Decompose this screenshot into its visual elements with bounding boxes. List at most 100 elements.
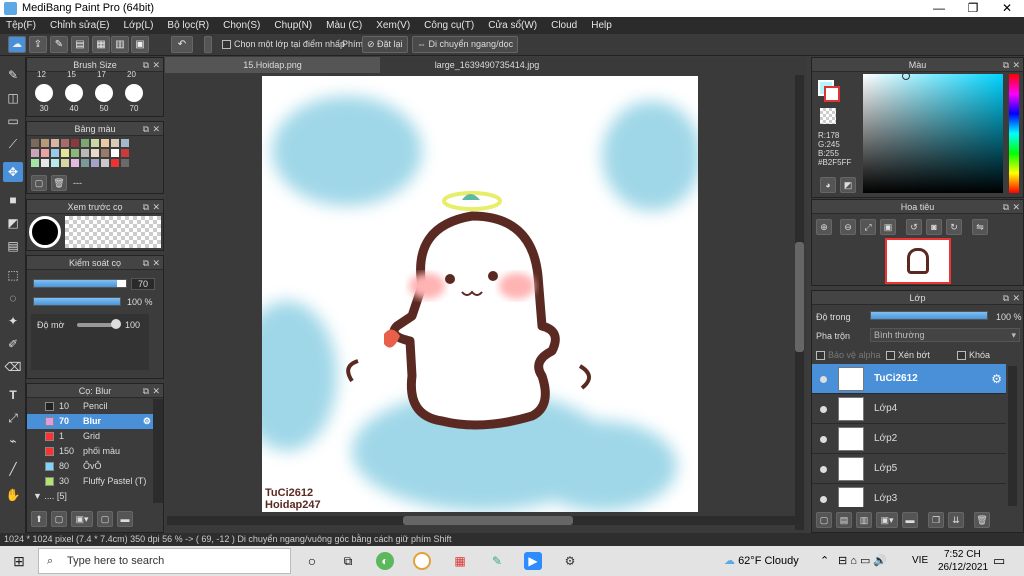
hue-slider[interactable] [1009, 74, 1019, 193]
brush-size-40[interactable]: 40 [62, 84, 86, 113]
tab-document-2[interactable]: large_1639490735414.jpg [382, 57, 592, 73]
fill-rect-tool-icon[interactable]: ■ [3, 190, 23, 210]
chrome-icon[interactable] [413, 552, 431, 570]
brush-size-30[interactable]: 30 [32, 84, 56, 113]
palette-swatch[interactable] [121, 159, 129, 167]
brush-list-item[interactable]: 30 Fluffy Pastel (T) [27, 474, 153, 489]
comment-icon[interactable]: ✎ [50, 36, 68, 53]
layer-row[interactable]: Lớp3 [812, 484, 1006, 507]
chat-icon[interactable]: ▤ [71, 36, 89, 53]
panel-close-icon[interactable]: ✕ [152, 384, 160, 398]
protect-alpha-option[interactable]: Bảo vệ alpha [816, 350, 881, 361]
palette-swatch[interactable] [61, 139, 69, 147]
brush-folder-icon[interactable]: ▬ [117, 511, 133, 527]
app-icon-2[interactable]: ▦ [451, 552, 469, 570]
language-indicator[interactable]: VIE [912, 555, 928, 566]
color-picker-cursor[interactable] [902, 72, 910, 80]
reset-view-icon[interactable]: ◙ [926, 219, 942, 235]
text-tool-icon[interactable]: T [3, 385, 23, 405]
clock-date[interactable]: 26/12/2021 [938, 562, 988, 573]
palette-swatch[interactable] [101, 149, 109, 157]
new-halftone-layer-icon[interactable]: ▤ [836, 512, 852, 528]
palette-swatch[interactable] [71, 139, 79, 147]
tray-icons[interactable]: ⊟ ⌂ ▭ 🔊 [838, 554, 887, 567]
settings-gear-icon[interactable]: ⚙ [561, 552, 579, 570]
zoom-in-icon[interactable]: ⊕ [816, 219, 832, 235]
app-icon-1[interactable]: ◐ [376, 552, 394, 570]
brush-size-slider[interactable] [33, 279, 127, 288]
popout-icon[interactable]: ⧉ [143, 200, 149, 214]
menu-snap[interactable]: Chụp(N) [274, 20, 312, 31]
palette-swatch[interactable] [51, 139, 59, 147]
palette-swatch[interactable] [51, 149, 59, 157]
palette-swatch[interactable] [81, 149, 89, 157]
palette-swatch[interactable] [71, 159, 79, 167]
layer-visibility-icon[interactable] [820, 466, 827, 473]
layer-visibility-icon[interactable] [820, 496, 827, 503]
color-saturation-picker[interactable] [863, 74, 1003, 193]
layer-settings-icon[interactable]: ⚙ [991, 372, 1002, 386]
popout-icon[interactable]: ⧉ [143, 122, 149, 136]
brush-size-50[interactable]: 50 [92, 84, 116, 113]
brush-copy-icon[interactable]: ▢ [97, 511, 113, 527]
actual-size-icon[interactable]: ▣ [880, 219, 896, 235]
color-wheel-icon[interactable]: ◕ [820, 177, 836, 193]
panel-close-icon[interactable]: ✕ [1012, 291, 1020, 305]
layer-row[interactable]: Lớp2 [812, 424, 1006, 454]
hand-tool-icon[interactable]: ✋ [3, 485, 23, 505]
panel-close-icon[interactable]: ✕ [152, 58, 160, 72]
clock-time[interactable]: 7:52 CH [944, 549, 981, 560]
palette-swatch[interactable] [41, 149, 49, 157]
secondary-color-swatch[interactable] [824, 86, 840, 102]
palette-swatch[interactable] [61, 159, 69, 167]
layer-row[interactable]: Lớp5 [812, 454, 1006, 484]
cloud-icon[interactable]: ☁ [8, 36, 26, 53]
new-1bit-layer-icon[interactable]: ▥ [856, 512, 872, 528]
lasso-tool-icon[interactable]: ◌ [3, 288, 23, 308]
palette-swatch[interactable] [111, 149, 119, 157]
delete-layer-icon[interactable]: 🗑 [974, 512, 990, 528]
menu-window[interactable]: Cửa sổ(W) [488, 20, 537, 31]
palette-swatch[interactable] [111, 139, 119, 147]
layer-menu-icon[interactable]: ▣▾ [876, 512, 898, 528]
palette-swatch[interactable] [61, 149, 69, 157]
menu-view[interactable]: Xem(V) [376, 20, 410, 31]
select-eraser-tool-icon[interactable]: ⌫ [3, 357, 23, 377]
brush-group-toggle[interactable]: ▼ .... [5] [33, 491, 67, 501]
palette-swatch[interactable] [81, 159, 89, 167]
menu-edit[interactable]: Chỉnh sửa(E) [50, 20, 110, 31]
horizontal-scroll-thumb[interactable] [403, 516, 573, 525]
layer-visibility-icon[interactable] [820, 376, 827, 383]
page-icon[interactable]: ▦ [92, 36, 110, 53]
weather-widget[interactable]: ☁ 62°F Cloudy [724, 554, 799, 567]
bucket-tool-icon[interactable]: ◩ [3, 213, 23, 233]
popout-icon[interactable]: ⧉ [1003, 291, 1009, 305]
brush-tool-icon[interactable]: ✎ [3, 65, 23, 85]
layer-row[interactable]: TuCi2612 ⚙ [812, 364, 1006, 394]
brush-list-item[interactable]: 70 Blur ⚙ [27, 414, 153, 429]
undo-icon[interactable]: ↶ [171, 36, 193, 53]
dropper-tool-icon[interactable]: ⌁ [3, 431, 23, 451]
reset-button[interactable]: ⊘ Đặt lại [362, 36, 408, 53]
popout-icon[interactable]: ⧉ [143, 384, 149, 398]
lock-checkbox[interactable] [957, 351, 966, 361]
palette-swatch[interactable] [31, 139, 39, 147]
lock-option[interactable]: Khóa [957, 350, 990, 361]
select-layer-checkbox[interactable] [222, 40, 231, 50]
color-dropper-icon[interactable]: ◩ [840, 177, 856, 193]
new-palette-icon[interactable]: ▢ [31, 175, 47, 191]
panel-close-icon[interactable]: ✕ [1012, 58, 1020, 72]
brush-list-item[interactable]: 80 ÔvÔ [27, 459, 153, 474]
line-tool-icon[interactable]: ⟋ [3, 134, 23, 154]
menu-select[interactable]: Chọn(S) [223, 20, 260, 31]
tray-chevron-icon[interactable]: ⌃ [820, 554, 829, 567]
select-pen-tool-icon[interactable]: ✐ [3, 334, 23, 354]
brush-menu-icon[interactable]: ▣▾ [71, 511, 93, 527]
brush-size-70[interactable]: 70 [122, 84, 146, 113]
hardness-slider-handle[interactable] [111, 319, 121, 329]
popout-icon[interactable]: ⧉ [143, 58, 149, 72]
palette-swatch[interactable] [41, 139, 49, 147]
share-icon[interactable]: ⇪ [29, 36, 47, 53]
fit-icon[interactable]: ⤢ [860, 219, 876, 235]
minimize-button[interactable]: — [922, 0, 956, 17]
